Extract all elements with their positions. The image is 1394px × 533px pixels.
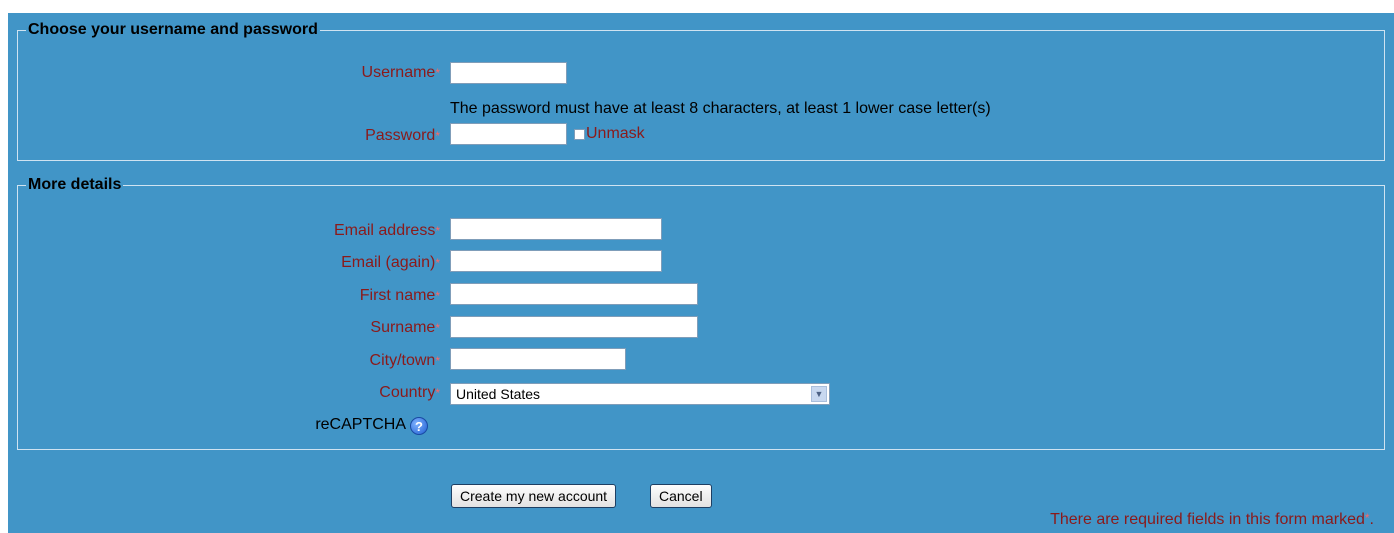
required-fields-note-text: There are required fields in this form m…	[1050, 511, 1365, 528]
top-strip	[0, 0, 1394, 14]
required-star: *	[435, 256, 440, 270]
required-star: *	[435, 386, 440, 400]
country-select[interactable]: United States ▼	[450, 383, 830, 405]
password-label-text: Password	[365, 127, 436, 144]
unmask-label[interactable]: Unmask	[586, 125, 645, 143]
email-again-label: Email (again)*	[140, 252, 440, 274]
city-input[interactable]	[450, 348, 626, 370]
username-label: Username*	[140, 62, 440, 84]
unmask-checkbox[interactable]	[574, 129, 585, 140]
details-section: More details	[17, 176, 1385, 450]
details-section-title: More details	[28, 176, 122, 193]
country-label-text: Country	[379, 384, 436, 401]
surname-label: Surname*	[140, 317, 440, 339]
surname-label-text: Surname	[370, 319, 436, 336]
country-label: Country*	[140, 382, 440, 404]
required-star: *	[435, 354, 440, 368]
email-again-input[interactable]	[450, 250, 662, 272]
create-account-button[interactable]: Create my new account	[451, 484, 617, 508]
required-star: *	[435, 289, 440, 303]
password-help-text: The password must have at least 8 charac…	[450, 100, 991, 117]
username-input[interactable]	[450, 62, 567, 84]
first-name-label: First name*	[140, 285, 440, 307]
first-name-label-text: First name	[359, 287, 436, 304]
email-label-text: Email address	[333, 222, 436, 239]
email-again-label-text: Email (again)	[341, 254, 436, 271]
required-star: *	[1364, 511, 1370, 525]
chevron-down-icon[interactable]: ▼	[811, 386, 827, 402]
credentials-section-title: Choose your username and password	[28, 21, 318, 38]
required-star: *	[435, 321, 440, 335]
required-fields-note: There are required fields in this form m…	[1050, 511, 1374, 528]
signup-form: Choose your username and password Userna…	[8, 13, 1394, 533]
required-star: *	[435, 129, 440, 143]
city-label: City/town*	[140, 350, 440, 372]
surname-input[interactable]	[450, 316, 698, 338]
cancel-button[interactable]: Cancel	[650, 484, 712, 508]
password-label: Password*	[140, 125, 440, 147]
country-select-value: United States	[456, 386, 541, 402]
username-label-text: Username	[361, 64, 436, 81]
first-name-input[interactable]	[450, 283, 698, 305]
required-star: *	[435, 66, 440, 80]
password-input[interactable]	[450, 123, 567, 145]
required-star: *	[435, 224, 440, 238]
help-icon[interactable]: ?	[410, 417, 428, 435]
city-label-text: City/town	[369, 352, 436, 369]
email-label: Email address*	[140, 220, 440, 242]
recaptcha-label: reCAPTCHA	[315, 416, 406, 433]
email-input[interactable]	[450, 218, 662, 240]
